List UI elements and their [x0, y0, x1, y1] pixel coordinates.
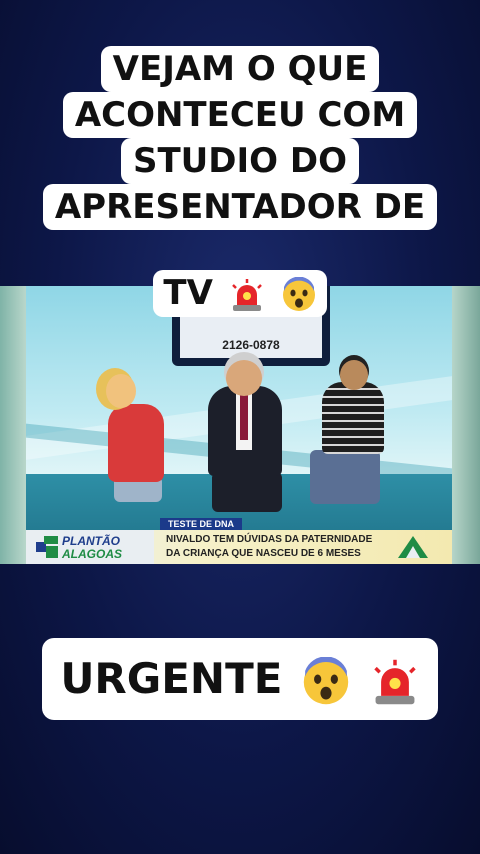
caption-line-4: APRESENTADOR DE — [42, 184, 438, 230]
fearful-face-icon — [282, 276, 315, 311]
headline-line-2: DA CRIANÇA QUE NASCEU DE 6 MESES — [166, 548, 361, 559]
tv-phone-number: 2126-0878 — [222, 338, 280, 352]
man-legs — [310, 450, 380, 504]
presenter-legs — [212, 472, 282, 512]
caption-line-3: STUDIO DO — [120, 138, 360, 184]
headline-line-1: NIVALDO TEM DÚVIDAS DA PATERNIDADE — [166, 534, 373, 545]
channel-mark-icon — [398, 536, 428, 558]
channel-logo: PLANTÃO ALAGOAS — [26, 530, 154, 564]
video-frame[interactable]: 2126-0878 TESTE DE DNA PLANTÃO ALAGOAS N… — [0, 286, 480, 564]
presenter-head — [226, 360, 262, 396]
siren-icon — [373, 659, 416, 704]
logo-line-1: PLANTÃO — [62, 534, 120, 548]
urgent-text: URGENTE — [60, 654, 283, 703]
caption-line-1: VEJAM O QUE — [100, 46, 380, 92]
siren-icon — [231, 278, 262, 311]
caption-line-2: ACONTECEU COM — [62, 92, 418, 138]
man-guest — [322, 382, 384, 454]
lower-third-bar: PLANTÃO ALAGOAS NIVALDO TEM DÚVIDAS DA P… — [26, 530, 452, 564]
caption-line-5: TV — [153, 270, 327, 317]
video-side-right — [452, 286, 480, 564]
lower-third-tag: TESTE DE DNA — [160, 518, 243, 530]
video-side-left — [0, 286, 26, 564]
bottom-caption: URGENTE — [0, 638, 480, 720]
woman-guest — [108, 404, 164, 482]
plantao-logo-icon — [36, 536, 58, 558]
presenter-tie — [240, 394, 248, 440]
woman-head — [106, 374, 136, 408]
fearful-face-icon — [303, 656, 349, 704]
urgent-label: URGENTE — [42, 638, 438, 720]
lower-third-headline: NIVALDO TEM DÚVIDAS DA PATERNIDADE DA CR… — [166, 533, 396, 561]
logo-line-2: ALAGOAS — [62, 547, 122, 561]
news-lower-third: TESTE DE DNA PLANTÃO ALAGOAS NIVALDO TEM… — [26, 518, 452, 564]
man-head — [340, 360, 368, 390]
top-caption: VEJAM O QUE ACONTECEU COM STUDIO DO APRE… — [0, 46, 480, 230]
caption-line-5-text: TV — [163, 273, 213, 313]
top-caption-last-line: TV — [0, 270, 480, 317]
